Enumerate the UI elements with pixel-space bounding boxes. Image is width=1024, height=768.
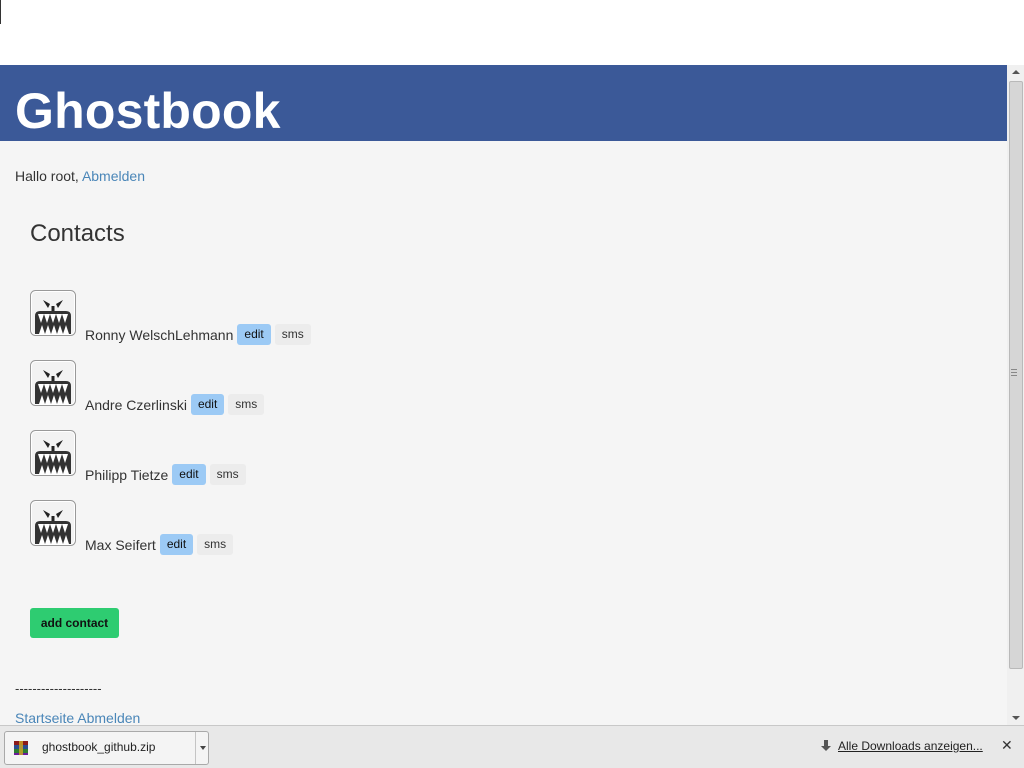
contacts-heading: Contacts	[30, 220, 125, 247]
download-menu-chevron-icon[interactable]	[195, 732, 209, 764]
browser-top-area	[0, 0, 1024, 65]
ghost-face-icon	[30, 290, 76, 336]
contact-name: Ronny WelschLehmann	[85, 326, 234, 343]
edit-button[interactable]: edit	[190, 394, 225, 415]
contact-name: Philipp Tietze	[85, 466, 169, 483]
text-cursor	[0, 0, 1, 24]
close-icon[interactable]: ✕	[1001, 737, 1013, 754]
footer-logout-link[interactable]: Abmelden	[77, 710, 140, 725]
page-viewport: Ghostbook Hallo root, Abmelden Contacts …	[0, 65, 1007, 725]
contact-name: Andre Czerlinski	[85, 396, 187, 413]
scroll-down-arrow-icon[interactable]	[1007, 711, 1024, 725]
edit-button[interactable]: edit	[237, 324, 271, 345]
download-arrow-icon	[821, 740, 831, 751]
edit-button[interactable]: edit	[172, 464, 206, 485]
ghost-face-icon	[30, 360, 76, 406]
add-contact-button[interactable]: add contact	[30, 608, 119, 638]
sms-button[interactable]: sms	[274, 324, 311, 345]
contact-item: Max Seifert edit sms	[30, 500, 430, 560]
vertical-scrollbar[interactable]	[1007, 65, 1024, 725]
greeting: Hallo root, Abmelden	[15, 168, 145, 184]
contact-item: Ronny WelschLehmann edit sms	[30, 290, 430, 350]
sms-button[interactable]: sms	[228, 394, 265, 415]
footer-links: Startseite Abmelden	[15, 710, 140, 725]
download-item[interactable]: ghostbook_github.zip	[4, 731, 209, 765]
contact-item: Philipp Tietze edit sms	[30, 430, 430, 490]
contact-item: Andre Czerlinski edit sms	[30, 360, 430, 420]
sms-button[interactable]: sms	[209, 464, 246, 485]
greeting-text: Hallo root,	[15, 168, 79, 184]
site-header: Ghostbook	[0, 65, 1007, 141]
edit-button[interactable]: edit	[159, 534, 194, 555]
site-title: Ghostbook	[15, 83, 281, 139]
contact-name: Max Seifert	[85, 536, 156, 553]
logout-link[interactable]: Abmelden	[82, 168, 145, 184]
home-link[interactable]: Startseite	[15, 710, 74, 725]
divider-text: --------------------	[15, 681, 102, 696]
download-file-name: ghostbook_github.zip	[42, 740, 156, 754]
scrollbar-grip-icon	[1011, 369, 1017, 378]
show-all-downloads-label: Alle Downloads anzeigen...	[838, 739, 983, 753]
sms-button[interactable]: sms	[197, 534, 234, 555]
download-bar: ghostbook_github.zip Alle Downloads anze…	[0, 725, 1024, 768]
scroll-up-arrow-icon[interactable]	[1007, 65, 1024, 79]
ghost-face-icon	[30, 430, 76, 476]
ghost-face-icon	[30, 500, 76, 546]
winrar-zip-icon	[14, 741, 28, 755]
show-all-downloads-link[interactable]: Alle Downloads anzeigen...	[820, 739, 983, 753]
